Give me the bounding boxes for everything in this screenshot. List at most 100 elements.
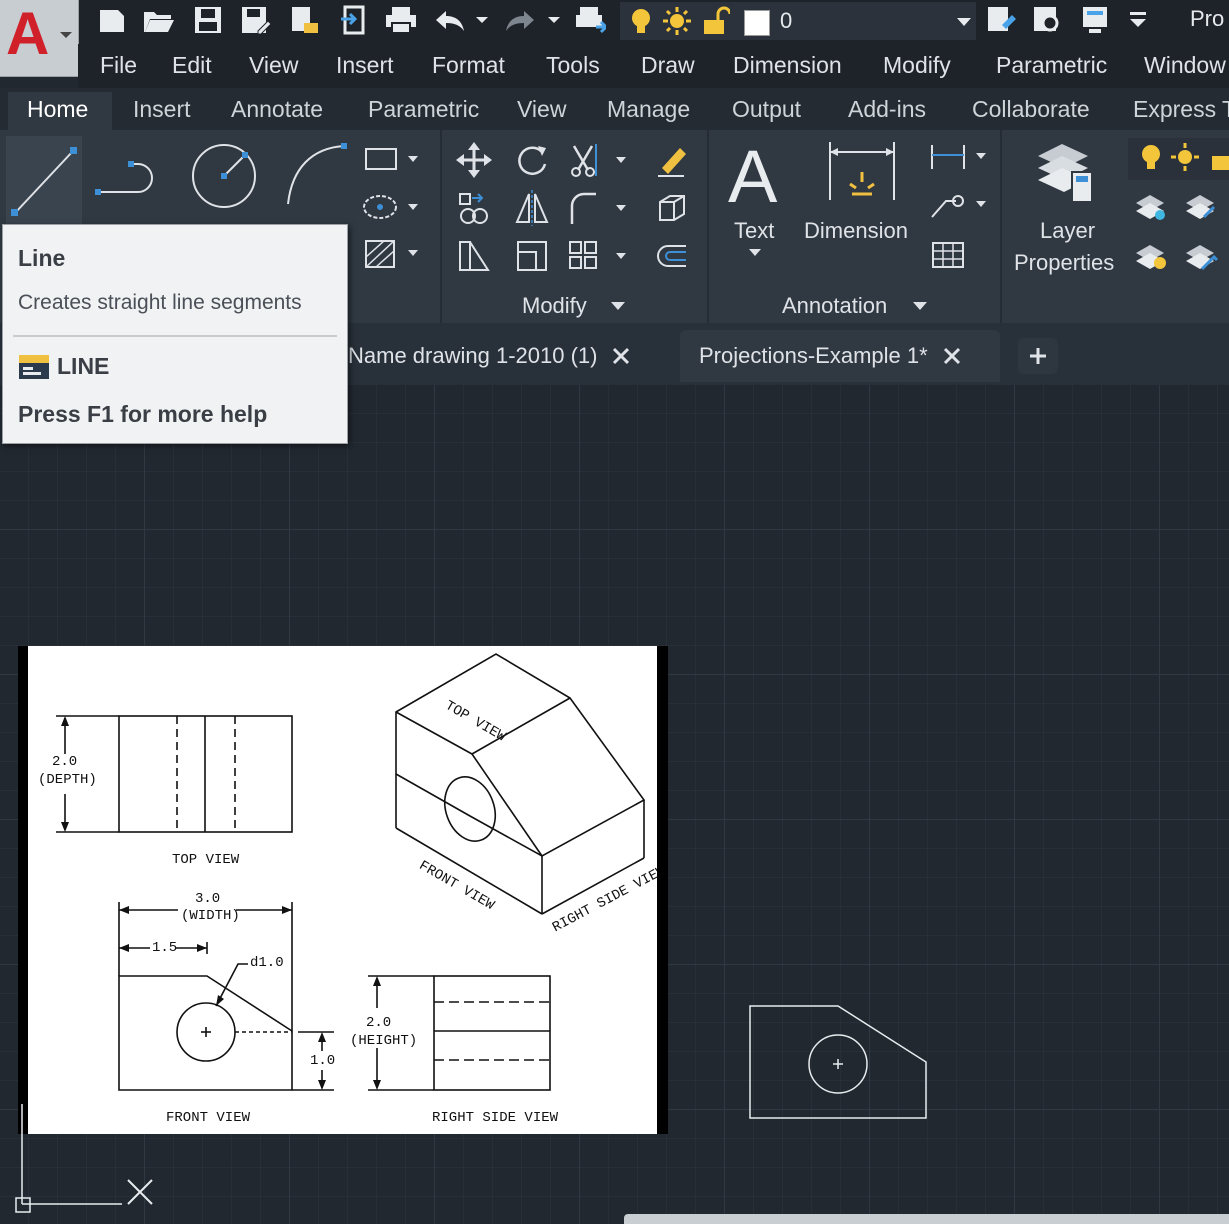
menu-tools[interactable]: Tools	[546, 52, 600, 79]
trim-icon[interactable]	[566, 140, 630, 180]
find-icon[interactable]	[1032, 4, 1064, 36]
plus-icon	[1030, 348, 1046, 364]
undo-icon[interactable]	[432, 4, 464, 36]
tab-annotate[interactable]: Annotate	[231, 96, 323, 123]
rectangle-tool-button[interactable]	[362, 143, 422, 175]
menu-file[interactable]: File	[100, 52, 137, 79]
menu-draw[interactable]: Draw	[641, 52, 695, 79]
arc-tool-button[interactable]	[282, 138, 352, 210]
ellipse-tool-button[interactable]	[362, 191, 422, 223]
horizontal-scrollbar[interactable]	[624, 1214, 1229, 1224]
chevron-down-icon[interactable]	[912, 300, 928, 312]
tab-collaborate[interactable]: Collaborate	[972, 96, 1090, 123]
move-icon[interactable]	[454, 140, 494, 180]
layer-properties-qa-icon[interactable]	[986, 4, 1018, 36]
menu-modify[interactable]: Modify	[883, 52, 951, 79]
circle-tool-button[interactable]	[188, 140, 260, 212]
arc-icon	[287, 143, 347, 205]
menu-view[interactable]: View	[249, 52, 298, 79]
menu-parametric[interactable]: Parametric	[996, 52, 1107, 79]
hatch-tool-button[interactable]	[362, 238, 422, 270]
doc-tab-projections-example[interactable]: Projections-Example 1*	[699, 334, 962, 378]
table-icon[interactable]	[928, 238, 968, 272]
image-frame-left	[18, 646, 28, 1134]
height-label: (HEIGHT)	[350, 1033, 418, 1049]
menu-dimension[interactable]: Dimension	[733, 52, 842, 79]
layer-name: 0	[780, 8, 793, 33]
polyline-icon	[95, 161, 153, 195]
tab-parametric[interactable]: Parametric	[368, 96, 479, 123]
dimension-tool-button[interactable]: Dimension	[804, 138, 920, 248]
new-icon[interactable]	[96, 4, 128, 36]
tab-manage[interactable]: Manage	[607, 96, 690, 123]
menu-window[interactable]: Window	[1144, 52, 1226, 79]
width-label: (WIDTH)	[181, 908, 240, 924]
tooltip-command-name: LINE	[57, 353, 110, 379]
menu-insert[interactable]: Insert	[336, 52, 394, 79]
depth-value: 2.0	[52, 754, 78, 770]
layer-isolate-icon[interactable]	[1130, 188, 1170, 224]
autocad-logo-icon: A	[6, 0, 72, 67]
layer-match-icon[interactable]	[1180, 238, 1220, 274]
customize-qa-icon[interactable]	[1122, 4, 1154, 36]
close-icon[interactable]	[611, 346, 631, 366]
offset-icon[interactable]	[652, 236, 692, 276]
print-icon[interactable]	[384, 4, 416, 36]
erase-icon[interactable]	[652, 140, 692, 180]
tab-add-ins[interactable]: Add-ins	[848, 96, 926, 123]
import-icon[interactable]	[338, 4, 370, 36]
publish-icon[interactable]	[288, 4, 320, 36]
line-tool-button[interactable]	[6, 136, 82, 226]
scale-icon[interactable]	[512, 236, 552, 276]
layer-freeze-icon[interactable]	[1180, 188, 1220, 224]
leader-icon[interactable]	[928, 188, 990, 222]
chevron-down-icon[interactable]	[610, 300, 626, 312]
rotate-icon[interactable]	[512, 140, 552, 180]
tab-insert[interactable]: Insert	[133, 96, 191, 123]
lightbulb-icon	[632, 9, 650, 33]
layer-off-icon[interactable]	[1130, 238, 1170, 274]
workspace-name[interactable]: Pro	[1190, 6, 1224, 32]
doc-tab-name-drawing[interactable]: Name drawing 1-2010 (1)	[348, 334, 631, 378]
modify-panel-title[interactable]: Modify	[522, 293, 587, 319]
color-swatch-icon	[744, 10, 770, 36]
undo-dropdown-icon[interactable]	[470, 4, 494, 36]
lightbulb-icon	[1142, 145, 1160, 169]
open-icon[interactable]	[142, 4, 174, 36]
tab-home[interactable]: Home	[27, 96, 88, 123]
menu-edit[interactable]: Edit	[172, 52, 212, 79]
fillet-icon[interactable]	[566, 188, 630, 228]
linear-dimension-icon[interactable]	[928, 140, 990, 174]
workspace-icon[interactable]	[1080, 4, 1112, 36]
plot-icon[interactable]	[574, 4, 606, 36]
ucs-icon	[15, 1104, 153, 1213]
close-icon[interactable]	[942, 346, 962, 366]
text-label: Text	[734, 218, 775, 243]
explode-icon[interactable]	[652, 188, 692, 228]
stretch-icon[interactable]	[454, 236, 494, 276]
raster-image-reference[interactable]: 2.0 (DEPTH) TOP VIEW 3.0 (WIDTH) 1.5 d1.…	[18, 646, 669, 1134]
menu-format[interactable]: Format	[432, 52, 505, 79]
save-as-icon[interactable]	[240, 4, 272, 36]
polyline-tool-button[interactable]	[94, 146, 164, 206]
tooltip-divider	[13, 335, 337, 337]
text-tool-button[interactable]: A Text	[724, 135, 788, 268]
layer-dropdown[interactable]: 0	[620, 2, 976, 40]
redo-icon[interactable]	[502, 4, 534, 36]
layer-properties-button[interactable]: Layer Properties	[1010, 138, 1122, 278]
tab-output[interactable]: Output	[732, 96, 801, 123]
mirror-icon[interactable]	[512, 188, 552, 228]
annotation-panel-title[interactable]: Annotation	[782, 293, 887, 319]
user-front-view-geometry[interactable]	[740, 996, 940, 1132]
tab-express-tools[interactable]: Express T	[1133, 96, 1229, 123]
layer-state-dropdown[interactable]	[1128, 138, 1229, 180]
application-menu-button[interactable]: A	[0, 0, 79, 77]
array-icon[interactable]	[566, 236, 630, 276]
depth-label: (DEPTH)	[38, 772, 97, 788]
redo-dropdown-icon[interactable]	[542, 4, 566, 36]
tab-view[interactable]: View	[517, 96, 566, 123]
new-tab-button[interactable]	[1018, 338, 1058, 374]
rectangle-icon	[365, 148, 418, 170]
save-icon[interactable]	[192, 4, 224, 36]
copy-icon[interactable]	[454, 188, 494, 228]
